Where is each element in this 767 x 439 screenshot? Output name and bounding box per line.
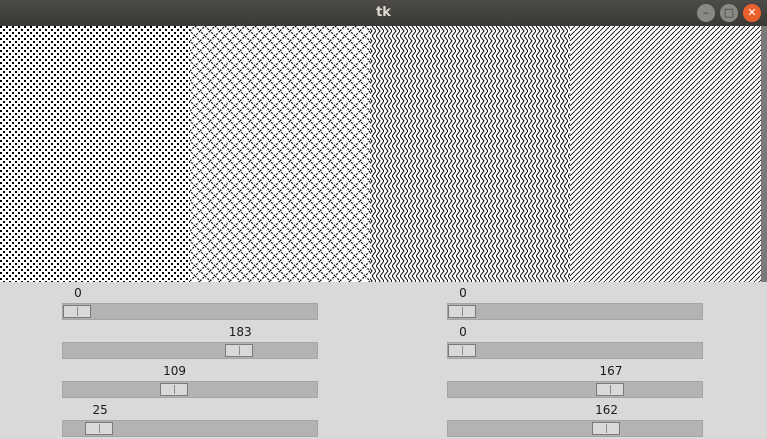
- maximize-icon[interactable]: □: [720, 4, 738, 22]
- slider-value: 0: [74, 286, 82, 300]
- slider-right-2[interactable]: 0: [447, 325, 703, 359]
- slider-right-1[interactable]: 0: [447, 286, 703, 320]
- slider-trough[interactable]: [62, 381, 318, 398]
- pattern-image: [0, 26, 761, 282]
- pattern-canvas: [0, 26, 767, 282]
- slider-trough[interactable]: [447, 342, 703, 359]
- canvas-scrollbar[interactable]: [761, 26, 767, 282]
- slider-thumb[interactable]: [448, 344, 476, 357]
- slider-thumb[interactable]: [591, 422, 620, 435]
- slider-value: 162: [595, 403, 619, 417]
- minimize-icon[interactable]: –: [697, 4, 715, 22]
- slider-thumb[interactable]: [596, 383, 624, 396]
- slider-value: 0: [459, 286, 467, 300]
- slider-right-4[interactable]: 162: [447, 403, 703, 437]
- close-icon[interactable]: ✕: [743, 4, 761, 22]
- slider-value: 0: [459, 325, 467, 339]
- slider-right-3[interactable]: 167: [447, 364, 703, 398]
- slider-left-3[interactable]: 109: [62, 364, 318, 398]
- slider-trough[interactable]: [447, 381, 703, 398]
- slider-thumb[interactable]: [85, 422, 114, 435]
- slider-thumb[interactable]: [63, 305, 91, 318]
- window-title: tk: [376, 5, 391, 20]
- slider-trough[interactable]: [62, 420, 318, 437]
- slider-trough[interactable]: [62, 342, 318, 359]
- slider-trough[interactable]: [447, 420, 703, 437]
- slider-left-4[interactable]: 25: [62, 403, 318, 437]
- slider-thumb[interactable]: [159, 383, 188, 396]
- slider-value: 109: [163, 364, 187, 378]
- slider-thumb[interactable]: [225, 344, 254, 357]
- title-bar: tk – □ ✕: [0, 0, 767, 26]
- slider-left-2[interactable]: 183: [62, 325, 318, 359]
- slider-value: 25: [92, 403, 108, 417]
- slider-left-1[interactable]: 0: [62, 286, 318, 320]
- slider-value: 183: [228, 325, 252, 339]
- slider-trough[interactable]: [447, 303, 703, 320]
- slider-thumb[interactable]: [448, 305, 476, 318]
- slider-value: 167: [599, 364, 623, 378]
- slider-trough[interactable]: [62, 303, 318, 320]
